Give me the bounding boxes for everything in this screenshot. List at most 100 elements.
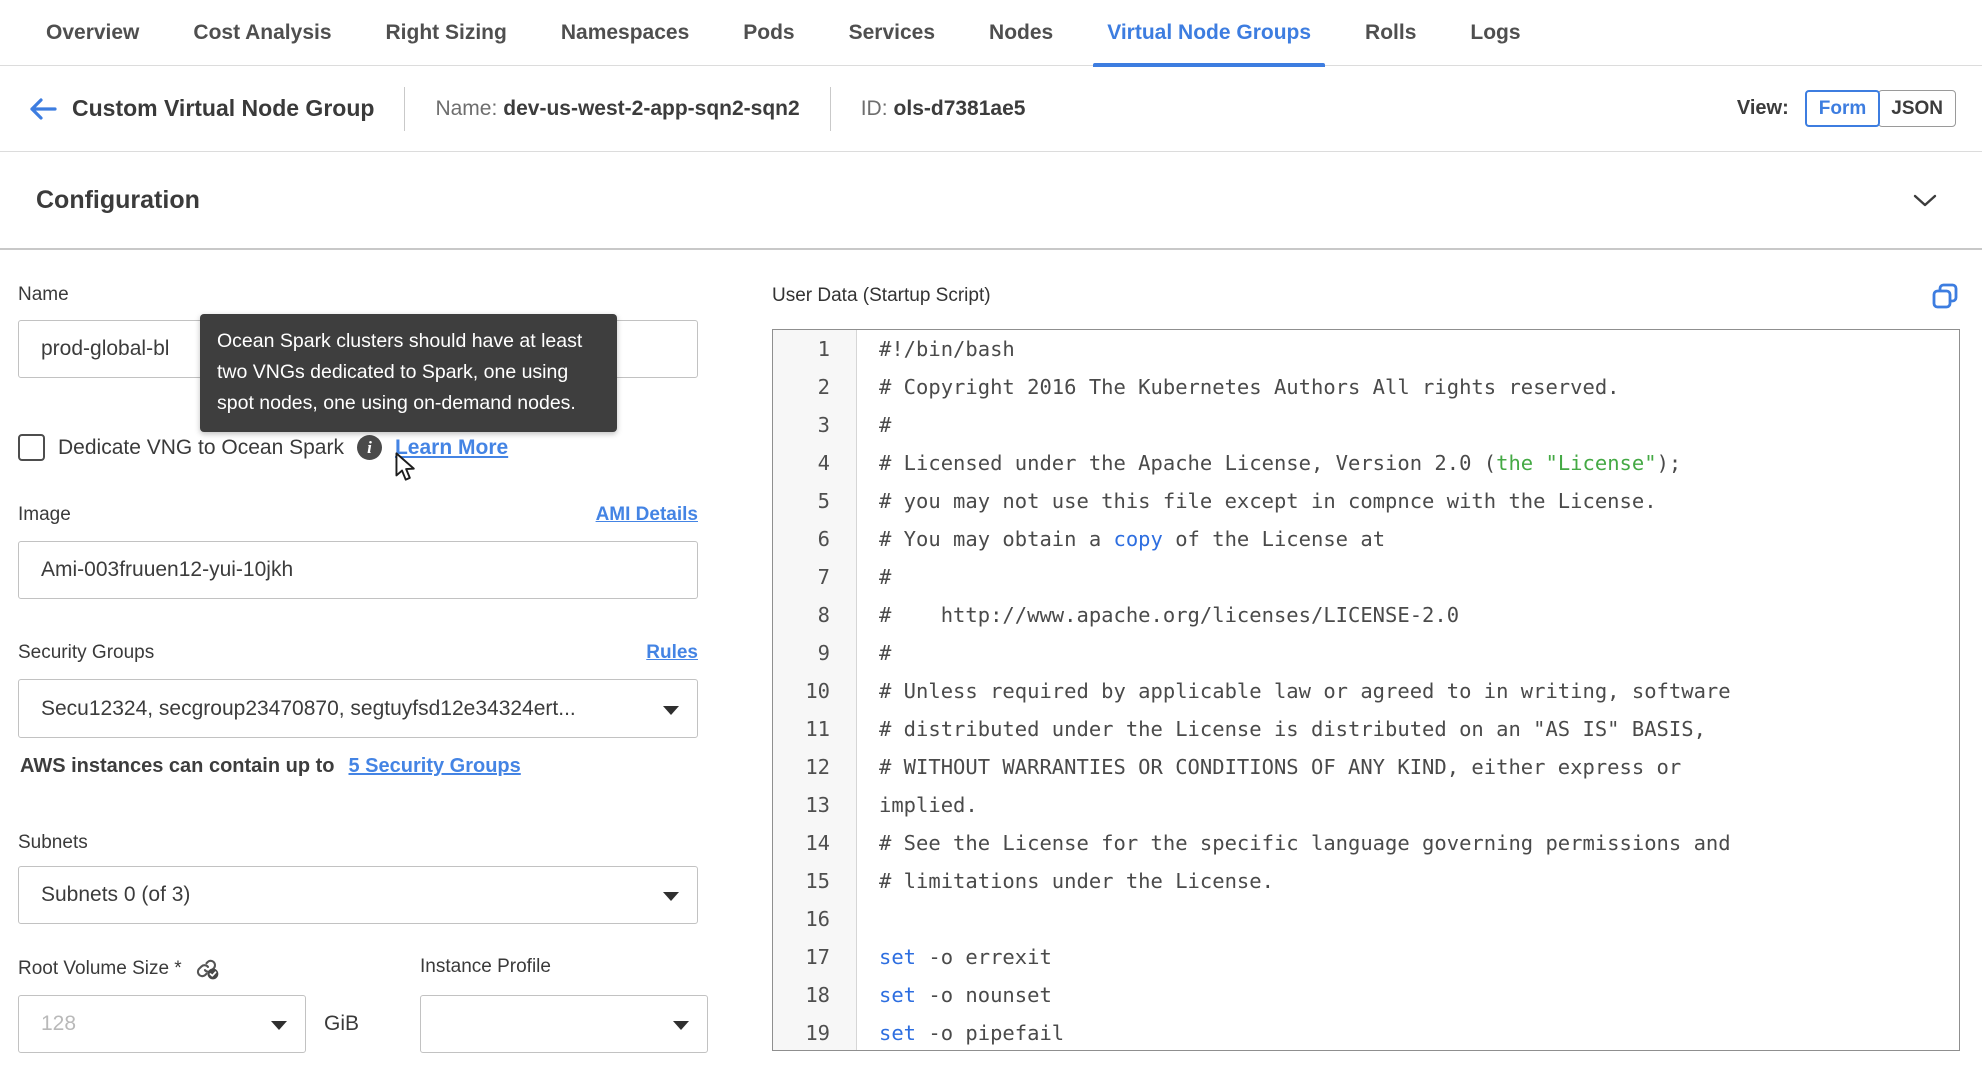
- code-line: 6 # You may obtain a copy of the License …: [773, 520, 1959, 558]
- code-line: 9 #: [773, 634, 1959, 672]
- name-field-label: Name: [18, 284, 69, 305]
- line-number: 9: [773, 634, 857, 672]
- dedicate-vng-checkbox[interactable]: [18, 434, 45, 461]
- code-line: 7 #: [773, 558, 1959, 596]
- copy-icon: [1932, 283, 1958, 309]
- subnets-select[interactable]: Subnets 0 (of 3): [18, 866, 698, 924]
- tab-logs[interactable]: Logs: [1470, 0, 1520, 66]
- back-button[interactable]: [26, 94, 60, 124]
- vng-name: Name: dev-us-west-2-app-sqn2-sqn2: [435, 97, 799, 121]
- code-line: 2 # Copyright 2016 The Kubernetes Authors…: [773, 368, 1959, 406]
- code-text: # you may not use this file except in co…: [879, 489, 1657, 513]
- line-number: 17: [773, 938, 857, 976]
- caret-down-icon: [663, 705, 679, 715]
- tab-pods[interactable]: Pods: [743, 0, 794, 66]
- tab-services[interactable]: Services: [849, 0, 935, 66]
- vng-name-value: dev-us-west-2-app-sqn2-sqn2: [503, 96, 800, 120]
- collapse-section-button[interactable]: [1910, 185, 1940, 215]
- line-number: 13: [773, 786, 857, 824]
- code-text: # Licensed under the Apache License, Ver…: [879, 451, 1682, 475]
- code-text: # Copyright 2016 The Kubernetes Authors …: [879, 375, 1620, 399]
- code-text: set -o errexit: [879, 945, 1052, 969]
- line-number: 8: [773, 596, 857, 634]
- root-volume-size-select[interactable]: 128: [18, 995, 306, 1053]
- line-number: 5: [773, 482, 857, 520]
- name-input-value: prod-global-bl: [41, 337, 170, 360]
- code-text: #: [879, 565, 892, 589]
- tab-bar: Overview Cost Analysis Right Sizing Namespa…: [0, 0, 1982, 67]
- code-text: # See the License for the specific langu…: [879, 831, 1731, 855]
- rules-link[interactable]: Rules: [646, 642, 698, 664]
- code-text: #: [879, 413, 892, 437]
- code-text: set -o nounset: [879, 983, 1052, 1007]
- code-text: #!/bin/bash: [879, 337, 1015, 361]
- line-number: 11: [773, 710, 857, 748]
- copy-button[interactable]: [1930, 281, 1960, 311]
- line-number: 6: [773, 520, 857, 558]
- user-data-label: User Data (Startup Script): [772, 285, 991, 306]
- view-form-button[interactable]: Form: [1804, 90, 1881, 127]
- code-line: 4 # Licensed under the Apache License, Ve…: [773, 444, 1959, 482]
- chevron-down-icon: [1913, 194, 1937, 206]
- subnets-label: Subnets: [18, 832, 88, 853]
- code-text: # http://www.apache.org/licenses/LICENSE…: [879, 603, 1460, 627]
- info-icon[interactable]: i: [356, 435, 382, 460]
- line-number: 14: [773, 824, 857, 862]
- subnets-value: Subnets 0 (of 3): [41, 883, 191, 906]
- code-text: # Unless required by applicable law or a…: [879, 679, 1731, 703]
- tab-namespaces[interactable]: Namespaces: [561, 0, 689, 66]
- link-check-icon: [196, 959, 219, 980]
- code-text: #: [879, 641, 892, 665]
- line-number: 7: [773, 558, 857, 596]
- view-json-button[interactable]: JSON: [1878, 90, 1956, 127]
- mouse-cursor-icon: [395, 452, 415, 481]
- user-data-editor[interactable]: 1 #!/bin/bash 2 # Copyright 2016 The Kubern…: [772, 329, 1960, 1051]
- line-number: 4: [773, 444, 857, 482]
- image-input[interactable]: Ami-003fruuen12-yui-10jkh: [18, 541, 698, 599]
- caret-down-icon: [271, 1021, 287, 1030]
- security-groups-helper: AWS instances can contain up to 5 Securi…: [20, 755, 700, 778]
- code-line: 19 set -o pipefail: [773, 1014, 1959, 1050]
- code-text: implied.: [879, 793, 978, 817]
- vng-id-value: ols-d7381ae5: [893, 96, 1026, 120]
- section-title: Configuration: [36, 185, 200, 214]
- instance-profile-select[interactable]: [420, 995, 708, 1053]
- vng-name-label: Name:: [435, 96, 498, 120]
- security-groups-label: Security Groups: [18, 642, 155, 663]
- image-field-label: Image: [18, 504, 71, 525]
- line-number: 12: [773, 748, 857, 786]
- line-number: 1: [773, 330, 857, 368]
- tab-virtual-node-groups[interactable]: Virtual Node Groups: [1093, 0, 1325, 67]
- line-number: 3: [773, 406, 857, 444]
- tab-rolls[interactable]: Rolls: [1365, 0, 1416, 66]
- code-line: 13 implied.: [773, 786, 1959, 824]
- code-line: 18 set -o nounset: [773, 976, 1959, 1014]
- ocean-spark-tooltip: Ocean Spark clusters should have at leas…: [200, 314, 617, 432]
- line-number: 10: [773, 672, 857, 710]
- ami-details-link[interactable]: AMI Details: [596, 504, 698, 526]
- root-volume-label: Root Volume Size *: [18, 957, 182, 979]
- tab-nodes[interactable]: Nodes: [989, 0, 1053, 66]
- back-arrow-icon: [30, 97, 57, 120]
- code-line: 3 #: [773, 406, 1959, 444]
- code-line: 10 # Unless required by applicable law or…: [773, 672, 1959, 710]
- vng-id: ID: ols-d7381ae5: [861, 97, 1026, 121]
- tab-right-sizing[interactable]: Right Sizing: [386, 0, 507, 66]
- five-security-groups-link[interactable]: 5 Security Groups: [349, 755, 521, 778]
- tooltip-text: Ocean Spark clusters should have at leas…: [217, 330, 583, 415]
- tab-overview[interactable]: Overview: [46, 0, 139, 66]
- line-number: 15: [773, 862, 857, 900]
- line-number: 18: [773, 976, 857, 1014]
- code-line: 5 # you may not use this file except in c…: [773, 482, 1959, 520]
- line-number: 2: [773, 368, 857, 406]
- security-groups-select[interactable]: Secu12324, secgroup23470870, segtuyfsd12…: [18, 679, 698, 738]
- code-line: 15 # limitations under the License.: [773, 862, 1959, 900]
- tab-cost-analysis[interactable]: Cost Analysis: [193, 0, 331, 66]
- code-line: 16: [773, 900, 1959, 938]
- detail-header: Custom Virtual Node Group Name: dev-us-we…: [0, 66, 1982, 152]
- line-number: 19: [773, 1014, 857, 1050]
- caret-down-icon: [673, 1021, 689, 1030]
- code-line: 8 # http://www.apache.org/licenses/LICENS…: [773, 596, 1959, 634]
- page-title: Custom Virtual Node Group: [72, 95, 375, 121]
